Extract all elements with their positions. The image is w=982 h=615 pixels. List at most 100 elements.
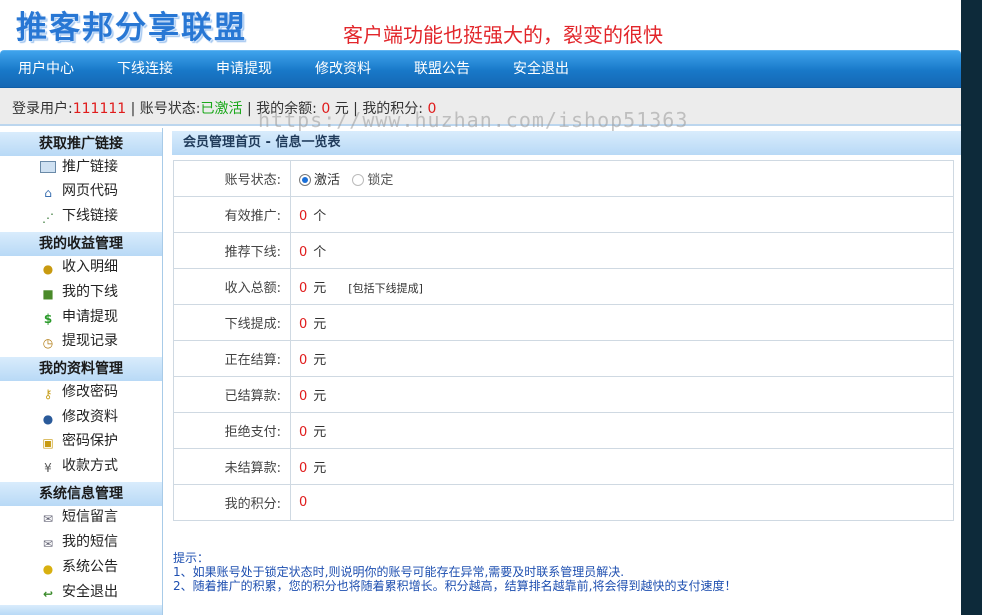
row-label: 我的积分:	[173, 484, 291, 521]
home-icon: ⌂	[44, 186, 52, 200]
sidebar-section-title: 我的资料管理	[0, 357, 162, 381]
row-label: 下线提成:	[173, 304, 291, 341]
table-row: 收入总额: 0 元 [包括下线提成]	[173, 268, 954, 305]
sidebar-item-withdraw-records[interactable]: ◷ 提现记录	[40, 329, 118, 353]
row-unit: 元	[313, 317, 327, 332]
login-user-value: 111111	[72, 101, 127, 117]
table-row: 下线提成: 0元	[173, 304, 954, 341]
row-value-cell: 0	[290, 484, 954, 521]
tips-title: 提示：	[173, 551, 210, 565]
sidebar-item-edit-profile[interactable]: ● 修改资料	[40, 405, 118, 429]
row-value: 0	[299, 495, 308, 510]
lock-icon: ▣	[42, 436, 54, 450]
sidebar-item-label: 我的短信	[62, 534, 118, 550]
nav-announcements[interactable]: 联盟公告	[414, 51, 470, 88]
sidebar-item-label: 下线链接	[62, 208, 118, 224]
lightbulb-icon: ●	[42, 562, 54, 576]
row-label: 收入总额:	[173, 268, 291, 305]
account-status-label: 账号状态:	[139, 101, 201, 117]
table-row: 推荐下线: 0个	[173, 232, 954, 269]
row-label: 账号状态:	[173, 160, 291, 197]
row-label: 推荐下线:	[173, 232, 291, 269]
sidebar-item-label: 修改资料	[62, 409, 118, 425]
row-label: 正在结算:	[173, 340, 291, 377]
radio-locked[interactable]: 锁定	[352, 173, 393, 188]
row-label: 未结算款:	[173, 448, 291, 485]
envelope-icon: ✉	[42, 537, 54, 551]
row-label: 拒绝支付:	[173, 412, 291, 449]
table-row: 已结算款: 0元	[173, 376, 954, 413]
separator: |	[242, 101, 257, 117]
exit-icon: ↩	[42, 587, 54, 601]
radio-locked-label: 锁定	[367, 173, 394, 188]
sidebar-item-apply-withdraw[interactable]: $ 申请提现	[40, 305, 118, 329]
row-unit: 元	[313, 353, 327, 368]
nav-downline-links[interactable]: 下线连接	[117, 51, 173, 88]
sidebar-item-change-password[interactable]: ⚷ 修改密码	[40, 380, 118, 404]
table-row: 正在结算: 0元	[173, 340, 954, 377]
sidebar-footer-bar	[0, 605, 162, 615]
row-value-cell: 0 元 [包括下线提成]	[290, 268, 954, 305]
row-unit: 个	[313, 245, 327, 260]
watermark-text: https://www.huzhan.com/ishop51363	[258, 108, 689, 132]
account-status-radios: 激活 锁定	[290, 160, 954, 197]
sidebar-item-page-code[interactable]: ⌂ 网页代码	[40, 179, 118, 203]
sidebar-item-label: 收入明细	[62, 259, 118, 275]
sidebar-item-label: 我的下线	[62, 284, 118, 300]
sidebar-item-my-messages[interactable]: ✉ 我的短信	[40, 530, 118, 554]
row-value-cell: 0元	[290, 304, 954, 341]
table-row: 我的积分: 0	[173, 484, 954, 521]
table-row: 账号状态: 激活 锁定	[173, 160, 954, 197]
row-label: 已结算款:	[173, 376, 291, 413]
table-row: 拒绝支付: 0元	[173, 412, 954, 449]
envelope-icon: ✉	[42, 512, 54, 526]
radio-locked-circle[interactable]	[352, 174, 365, 186]
row-value-cell: 0元	[290, 340, 954, 377]
nav-edit-profile[interactable]: 修改资料	[315, 51, 371, 88]
row-value: 0	[299, 245, 308, 260]
account-status-value: 已激活	[200, 101, 243, 117]
row-unit: 元	[313, 281, 327, 296]
dollar-icon: $	[43, 312, 53, 326]
sidebar-item-label: 修改密码	[62, 384, 118, 400]
sidebar-item-downline-link[interactable]: ⋰ 下线链接	[40, 204, 118, 228]
yen-icon: ¥	[44, 461, 52, 475]
sidebar-item-messages[interactable]: ✉ 短信留言	[40, 505, 118, 529]
sidebar-item-system-notice[interactable]: ● 系统公告	[40, 555, 118, 579]
clock-icon: ◷	[42, 336, 54, 350]
row-value: 0	[299, 209, 308, 224]
users-icon: ●	[42, 412, 54, 426]
sidebar-item-payment-method[interactable]: ¥ 收款方式	[40, 454, 118, 478]
row-value: 0	[299, 461, 308, 476]
sidebar-section-title: 我的收益管理	[0, 232, 162, 256]
row-value: 0	[299, 425, 308, 440]
nav-user-center[interactable]: 用户中心	[18, 51, 74, 88]
row-value: 0	[299, 353, 308, 368]
nav-logout[interactable]: 安全退出	[513, 51, 569, 88]
radio-active-label: 激活	[314, 173, 341, 188]
network-icon: ⋰	[42, 211, 54, 225]
sidebar-item-income-detail[interactable]: ● 收入明细	[40, 255, 118, 279]
site-logo[interactable]: 推客邦分享联盟	[16, 2, 247, 47]
coins-icon: ●	[42, 262, 54, 276]
sidebar-item-promo-link[interactable]: 推广链接	[40, 155, 118, 179]
row-unit: 元	[313, 461, 327, 476]
sidebar-item-label: 短信留言	[62, 509, 118, 525]
sidebar-item-password-protect[interactable]: ▣ 密码保护	[40, 429, 118, 453]
row-value-cell: 0元	[290, 448, 954, 485]
sidebar-item-label: 推广链接	[62, 159, 118, 175]
row-unit: 元	[313, 425, 327, 440]
row-value-cell: 0个	[290, 232, 954, 269]
member-info-table: 账号状态: 激活 锁定 有效推广: 0个 推荐下线: 0个 收入总额: 0 元 [包…	[173, 160, 954, 521]
sidebar-item-label: 收款方式	[62, 458, 118, 474]
sidebar: 获取推广链接 推广链接 ⌂ 网页代码 ⋰ 下线链接 我的收益管理 ● 收入明细 ■ 我的…	[0, 128, 163, 615]
main-panel-title: 会员管理首页 - 信息一览表	[172, 131, 961, 155]
nav-apply-withdraw[interactable]: 申请提现	[216, 51, 272, 88]
radio-active-circle[interactable]	[299, 174, 311, 186]
radio-active[interactable]: 激活	[299, 173, 340, 188]
sidebar-item-logout[interactable]: ↩ 安全退出	[40, 580, 118, 604]
header: 推客邦分享联盟 客户端功能也挺强大的，裂变的很快	[0, 0, 961, 50]
sidebar-item-my-downline[interactable]: ■ 我的下线	[40, 280, 118, 304]
row-value-cell: 0元	[290, 412, 954, 449]
table-row: 未结算款: 0元	[173, 448, 954, 485]
